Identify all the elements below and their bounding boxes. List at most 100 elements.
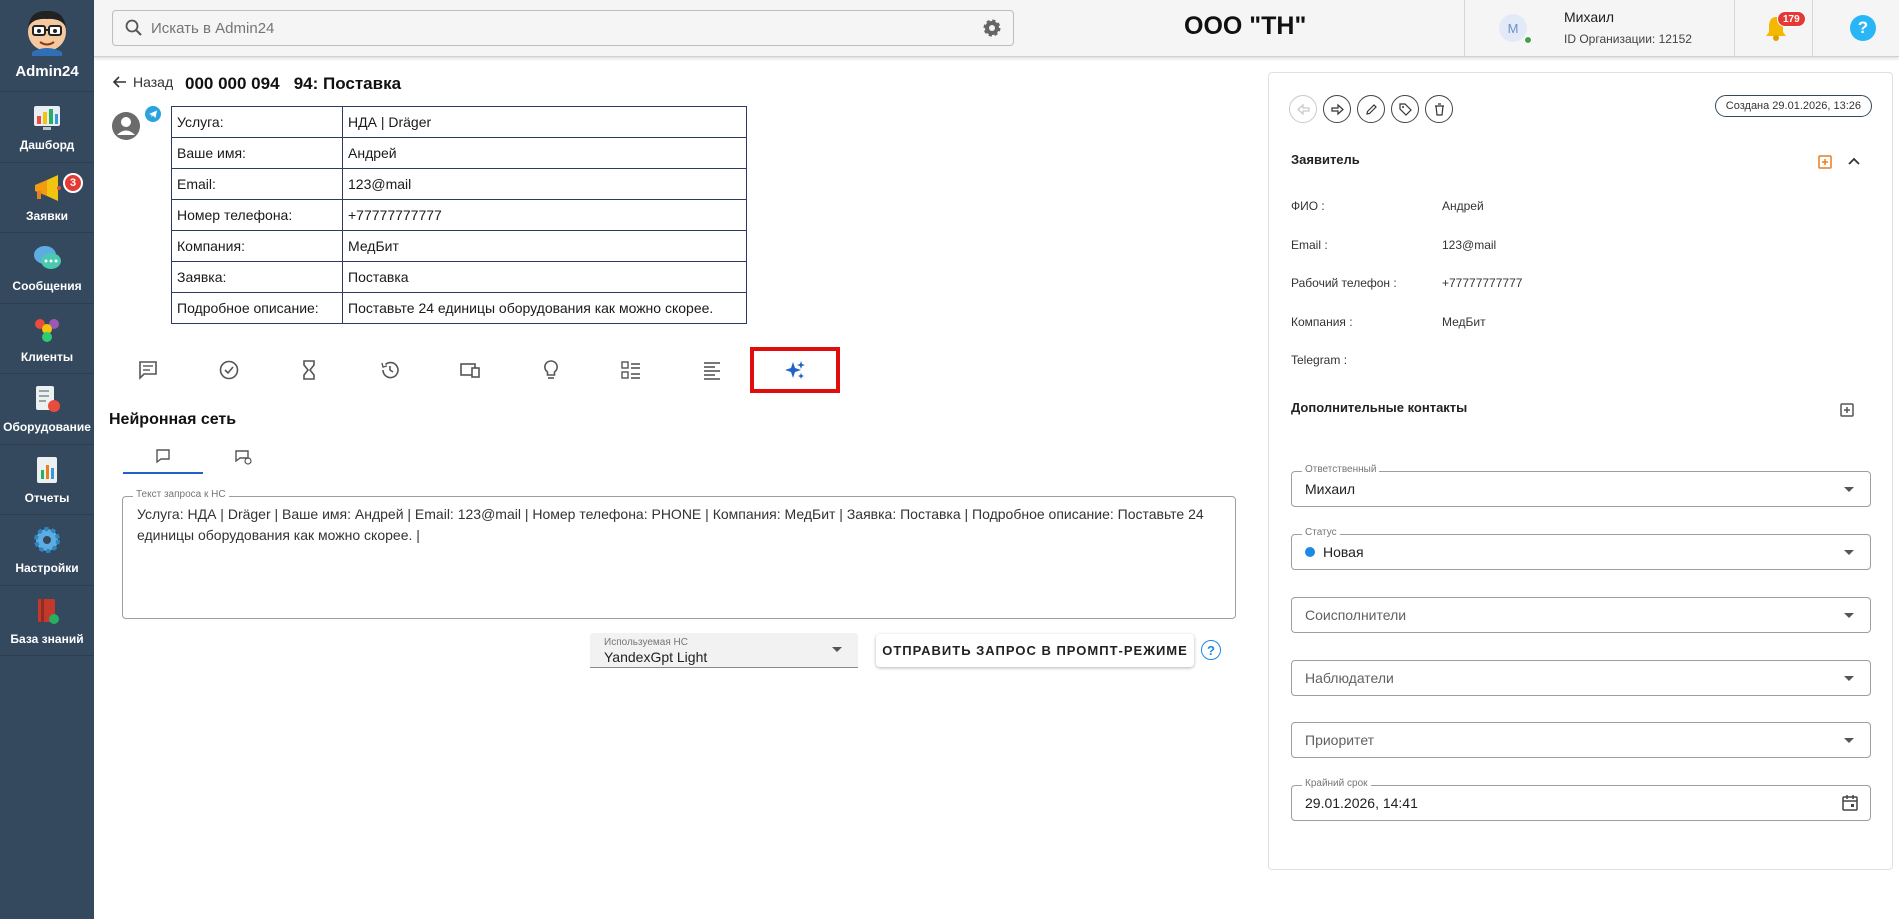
tab-comments[interactable] xyxy=(108,348,188,392)
chat-bubbles-icon xyxy=(34,246,61,270)
dropdown-arrow-icon xyxy=(1844,676,1854,681)
neural-model-select[interactable]: Используемая НС YandexGpt Light xyxy=(590,633,858,668)
topbar-divider xyxy=(1734,0,1735,57)
field-value: 29.01.2026, 14:41 xyxy=(1305,795,1418,811)
tab-neural-network[interactable] xyxy=(750,347,840,393)
client-avatar-icon xyxy=(112,112,140,140)
table-key: Email: xyxy=(171,168,343,200)
comment-icon xyxy=(139,361,157,380)
search-settings-gear-icon[interactable] xyxy=(981,17,1003,39)
sidebar-brand[interactable]: Admin24 xyxy=(0,0,94,92)
coexecutors-select[interactable]: Соисполнители xyxy=(1291,597,1871,633)
dropdown-arrow-icon xyxy=(832,647,842,652)
add-applicant-icon[interactable] xyxy=(1817,153,1835,171)
sidebar-item-equipment[interactable]: Оборудование xyxy=(0,374,94,445)
search-bar[interactable] xyxy=(112,10,1014,46)
tab-history[interactable] xyxy=(350,348,430,392)
calendar-icon[interactable] xyxy=(1841,794,1859,812)
tab-ideas[interactable] xyxy=(511,348,591,392)
status-text: Новая xyxy=(1323,544,1364,560)
send-prompt-button[interactable]: ОТПРАВИТЬ ЗАПРОС В ПРОМПТ-РЕЖИМЕ xyxy=(876,634,1194,667)
sidebar-item-label: Заявки xyxy=(26,208,68,223)
knowledge-base-icon xyxy=(38,598,59,624)
ticket-details-panel: Создана 29.01.2026, 13:26 Заявитель ФИО … xyxy=(1268,72,1893,870)
reply-icon xyxy=(1296,103,1310,115)
megaphone-icon xyxy=(35,174,61,201)
dialog-settings-icon xyxy=(235,450,252,465)
field-value: Михаил xyxy=(1305,481,1356,497)
table-key: Услуга: xyxy=(171,106,343,138)
table-value: Поставьте 24 единицы оборудования как мо… xyxy=(342,292,747,324)
organization-title: ООО "ТН" xyxy=(1184,12,1307,40)
check-circle-icon xyxy=(219,360,239,380)
priority-select[interactable]: Приоритет xyxy=(1291,722,1871,758)
prompt-help-button[interactable]: ? xyxy=(1201,640,1221,660)
tab-time[interactable] xyxy=(269,348,349,392)
dropdown-arrow-icon xyxy=(1844,613,1854,618)
clients-icon xyxy=(35,318,59,342)
field-label: Крайний срок xyxy=(1302,778,1371,789)
prompt-text[interactable]: Услуга: НДА | Dräger | Ваше имя: Андрей … xyxy=(137,504,1227,546)
tab-tasks[interactable] xyxy=(189,348,269,392)
field-placeholder: Приоритет xyxy=(1305,732,1375,748)
ai-sparkles-icon xyxy=(785,361,805,379)
field-label: Статус xyxy=(1302,527,1340,538)
hourglass-icon xyxy=(303,360,315,380)
user-name[interactable]: Михаил xyxy=(1564,9,1614,25)
sidebar-item-reports[interactable]: Отчеты xyxy=(0,445,94,515)
table-key: Номер телефона: xyxy=(171,199,343,231)
applicant-key: ФИО : xyxy=(1291,199,1325,213)
avatar-logo-icon xyxy=(28,10,66,56)
sidebar-item-settings[interactable]: Настройки xyxy=(0,515,94,586)
applicant-value: МедБит xyxy=(1442,315,1486,329)
sidebar-item-label: Сообщения xyxy=(12,279,82,294)
topbar-divider xyxy=(1464,0,1465,57)
sidebar: Admin24 Дашборд 3 Заявки Сообщения Клиен… xyxy=(0,0,94,919)
sidebar-item-knowledge-base[interactable]: База знаний xyxy=(0,586,94,656)
reports-icon xyxy=(37,456,57,483)
table-key: Ваше имя: xyxy=(171,137,343,169)
tab-devices[interactable] xyxy=(430,348,510,392)
sidebar-item-dashboard[interactable]: Дашборд xyxy=(0,92,94,163)
applicant-value: 123@mail xyxy=(1442,238,1497,252)
collapse-chevron-icon[interactable] xyxy=(1845,153,1863,171)
topbar: ООО "ТН" М Михаил ID Организации: 12152 … xyxy=(94,0,1899,57)
organization-id: ID Организации: 12152 xyxy=(1564,32,1692,46)
tab-text[interactable] xyxy=(672,348,752,392)
help-button[interactable]: ? xyxy=(1850,15,1876,41)
search-input[interactable] xyxy=(151,19,981,37)
subtab-dialog[interactable] xyxy=(203,440,283,474)
tag-button[interactable] xyxy=(1391,95,1419,123)
table-key: Подробное описание: xyxy=(171,292,343,324)
deadline-field[interactable]: Крайний срок 29.01.2026, 14:41 xyxy=(1291,778,1871,821)
arrow-left-icon xyxy=(112,76,126,88)
field-label: Ответственный xyxy=(1302,464,1380,475)
back-link[interactable]: Назад xyxy=(112,74,173,90)
applicant-key: Компания : xyxy=(1291,315,1353,329)
sidebar-item-messages[interactable]: Сообщения xyxy=(0,233,94,304)
model-select-value: YandexGpt Light xyxy=(604,649,708,665)
dashboard-icon xyxy=(34,106,60,131)
sidebar-item-label: Клиенты xyxy=(20,349,74,364)
user-avatar[interactable]: М xyxy=(1499,14,1527,42)
delete-button[interactable] xyxy=(1425,95,1453,123)
prompt-chat-icon xyxy=(156,449,170,464)
table-row: Номер телефона: +77777777777 xyxy=(171,199,747,231)
status-select[interactable]: Статус Новая xyxy=(1291,527,1871,570)
edit-button[interactable] xyxy=(1357,95,1385,123)
pencil-icon xyxy=(1365,103,1377,115)
tab-checklist[interactable] xyxy=(591,348,671,392)
sidebar-item-clients[interactable]: Клиенты xyxy=(0,304,94,374)
applicant-key: Telegram : xyxy=(1291,353,1348,367)
add-contact-icon[interactable] xyxy=(1839,401,1857,419)
sidebar-item-requests[interactable]: 3 Заявки xyxy=(0,163,94,233)
responsible-select[interactable]: Ответственный Михаил xyxy=(1291,464,1871,507)
applicant-key: Рабочий телефон : xyxy=(1291,276,1397,290)
reply-button[interactable] xyxy=(1289,95,1317,123)
forward-icon xyxy=(1330,103,1344,115)
request-info-table: Услуга: НДА | Dräger Ваше имя: Андрей Emai… xyxy=(171,106,747,324)
status-dot xyxy=(1305,547,1315,558)
forward-button[interactable] xyxy=(1323,95,1351,123)
observers-select[interactable]: Наблюдатели xyxy=(1291,660,1871,696)
subtab-prompt[interactable] xyxy=(123,440,203,474)
